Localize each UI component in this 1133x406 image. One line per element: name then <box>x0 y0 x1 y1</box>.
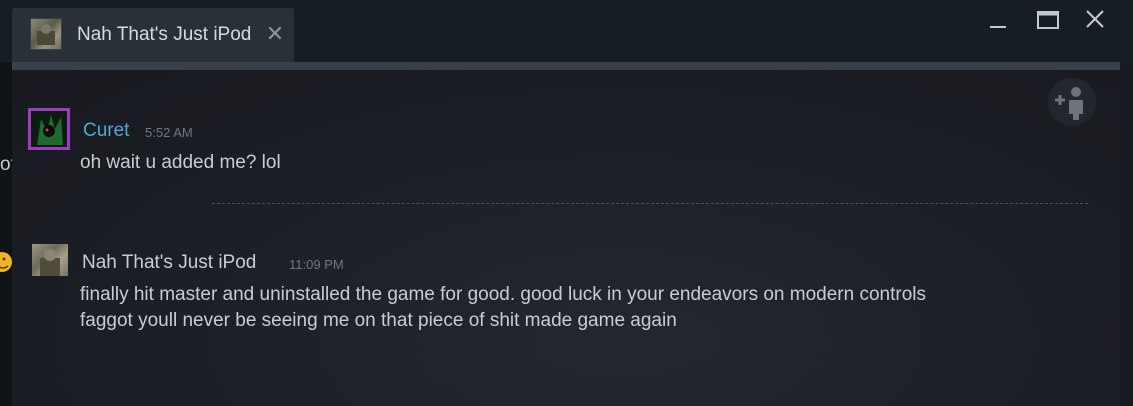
tab-divider <box>12 62 1120 70</box>
add-friend-icon[interactable] <box>1048 78 1096 126</box>
sender-avatar[interactable] <box>28 108 70 150</box>
chat-log: Curet 5:52 AM oh wait u added me? lol Na… <box>12 70 1120 406</box>
chat-tab[interactable]: Nah That's Just iPod ✕ <box>12 8 294 66</box>
tab-close-icon[interactable]: ✕ <box>262 20 288 48</box>
background-window-text: ot <box>0 154 12 175</box>
close-icon[interactable] <box>1082 8 1110 34</box>
message-timestamp: 11:09 PM <box>289 257 344 272</box>
day-separator <box>212 203 1088 204</box>
minimize-icon[interactable] <box>984 8 1012 34</box>
user-avatar-icon <box>30 18 62 50</box>
message-text: finally hit master and uninstalled the g… <box>80 284 926 305</box>
message-text: faggot youll never be seeing me on that … <box>80 310 677 331</box>
title-bar: Nah That's Just iPod ✕ <box>0 0 1133 66</box>
sender-name[interactable]: Nah That's Just iPod <box>82 251 256 275</box>
sender-name[interactable]: Curet <box>83 119 129 143</box>
message-timestamp: 5:52 AM <box>145 125 193 140</box>
emoji-icon <box>0 248 12 276</box>
maximize-icon[interactable] <box>1034 8 1062 34</box>
message-text: oh wait u added me? lol <box>80 152 281 173</box>
sender-avatar[interactable] <box>32 244 68 276</box>
tab-title: Nah That's Just iPod <box>77 24 252 45</box>
